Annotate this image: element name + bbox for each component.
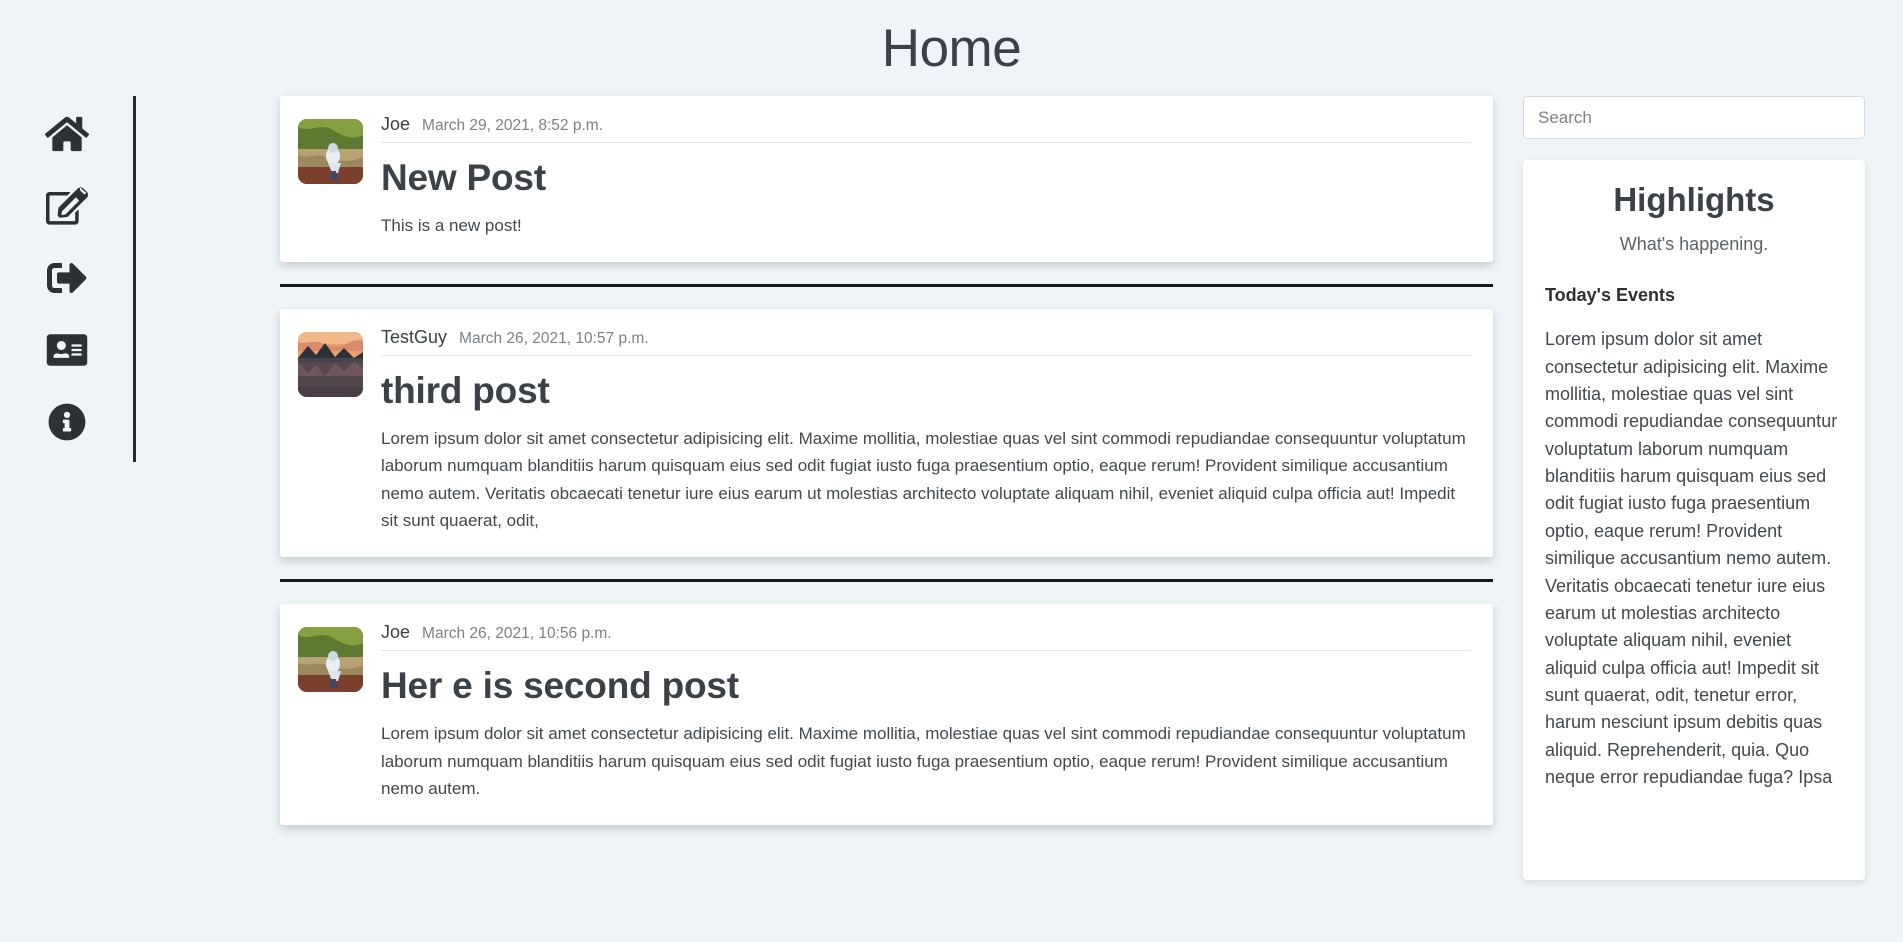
sidebar-item-about[interactable] [32, 386, 102, 458]
post-separator [280, 283, 1493, 287]
home-icon [44, 114, 89, 154]
post-text: This is a new post! [381, 216, 522, 236]
logout-icon [45, 258, 89, 298]
post-item: Joe March 26, 2021, 10:56 p.m. Her e is … [280, 603, 1493, 825]
avatar [298, 331, 363, 397]
post-title[interactable]: third post [381, 368, 1471, 413]
profile-card-icon [45, 332, 89, 368]
left-sidebar-nav [0, 96, 136, 462]
sidebar-item-profile[interactable] [32, 314, 102, 386]
highlights-section-heading: Today's Events [1545, 285, 1675, 306]
highlights-title: Highlights [1613, 181, 1775, 218]
post-item: TestGuy March 26, 2021, 10:57 p.m. third… [280, 308, 1493, 582]
post-author[interactable]: TestGuy [381, 327, 447, 348]
sidebar-item-logout[interactable] [32, 242, 102, 314]
post-text: Lorem ipsum dolor sit amet consectetur a… [381, 724, 1466, 799]
info-circle-icon [48, 403, 86, 441]
right-sidebar: Highlights What's happening. Today's Eve… [1523, 96, 1903, 880]
post-separator [280, 578, 1493, 582]
main-layout: Joe March 29, 2021, 8:52 p.m. New Post T… [0, 96, 1903, 942]
post-meta: TestGuy March 26, 2021, 10:57 p.m. [381, 327, 1471, 356]
post-meta: Joe March 26, 2021, 10:56 p.m. [381, 622, 1471, 651]
post-card[interactable]: TestGuy March 26, 2021, 10:57 p.m. third… [280, 308, 1493, 557]
post-title[interactable]: Her e is second post [381, 663, 1471, 708]
post-feed: Joe March 29, 2021, 8:52 p.m. New Post T… [136, 96, 1523, 825]
post-card[interactable]: Joe March 29, 2021, 8:52 p.m. New Post T… [280, 96, 1493, 262]
post-item: Joe March 29, 2021, 8:52 p.m. New Post T… [280, 96, 1493, 287]
post-date: March 29, 2021, 8:52 p.m. [422, 117, 603, 134]
post-author[interactable]: Joe [381, 622, 410, 643]
post-date: March 26, 2021, 10:57 p.m. [459, 329, 649, 347]
page-title: Home [881, 19, 1022, 78]
sidebar-item-home[interactable] [32, 98, 102, 170]
post-date: March 26, 2021, 10:56 p.m. [422, 624, 612, 642]
highlights-card: Highlights What's happening. Today's Eve… [1523, 160, 1865, 880]
highlights-body-text: Lorem ipsum dolor sit amet consectetur a… [1545, 329, 1838, 788]
post-author[interactable]: Joe [381, 114, 410, 135]
post-body: TestGuy March 26, 2021, 10:57 p.m. third… [381, 327, 1471, 535]
post-card[interactable]: Joe March 26, 2021, 10:56 p.m. Her e is … [280, 603, 1493, 825]
post-meta: Joe March 29, 2021, 8:52 p.m. [381, 114, 1471, 143]
post-title[interactable]: New Post [381, 155, 1471, 200]
edit-post-icon [45, 185, 88, 227]
sidebar-item-new-post[interactable] [32, 170, 102, 242]
app-root: Home Joe March 29, 2021, 8:52 p.m. New P… [0, 0, 1903, 942]
avatar [298, 119, 363, 184]
post-body: Joe March 26, 2021, 10:56 p.m. Her e is … [381, 622, 1471, 803]
post-body: Joe March 29, 2021, 8:52 p.m. New Post T… [381, 114, 1471, 240]
post-text: Lorem ipsum dolor sit amet consectetur a… [381, 428, 1466, 531]
avatar [298, 626, 363, 692]
search-input[interactable] [1523, 96, 1865, 139]
highlights-subtitle: What's happening. [1619, 234, 1769, 255]
